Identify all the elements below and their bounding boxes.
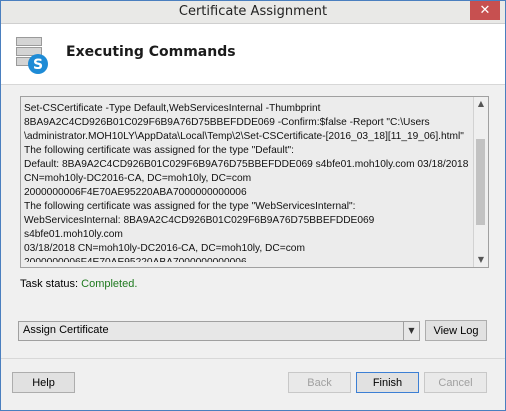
svg-text:S: S: [33, 57, 43, 73]
action-select[interactable]: Assign Certificate ▼: [18, 321, 420, 341]
scroll-thumb[interactable]: [476, 139, 485, 225]
cancel-button[interactable]: Cancel: [424, 372, 487, 393]
chevron-down-icon[interactable]: ▼: [403, 322, 419, 340]
finish-button[interactable]: Finish: [356, 372, 419, 393]
wizard-header: S Executing Commands: [1, 24, 505, 85]
title-bar: Certificate Assignment ✕: [1, 1, 505, 24]
footer-divider: [1, 358, 505, 359]
back-button[interactable]: Back: [288, 372, 351, 393]
task-status-label: Task status:: [20, 278, 79, 290]
close-button[interactable]: ✕: [470, 1, 500, 20]
help-button[interactable]: Help: [12, 372, 75, 393]
certificate-assignment-window: Certificate Assignment ✕ S Executing Com…: [0, 0, 506, 411]
page-title: Executing Commands: [66, 44, 236, 60]
scroll-down-icon[interactable]: ▼: [474, 253, 488, 267]
action-select-value: Assign Certificate: [23, 324, 109, 336]
window-title: Certificate Assignment: [178, 4, 328, 19]
log-scrollbar[interactable]: ▲ ▼: [473, 97, 488, 267]
command-log-text: Set-CSCertificate -Type Default,WebServi…: [24, 103, 469, 262]
skype-server-icon: S: [16, 37, 48, 74]
task-status: Task status: Completed.: [20, 278, 137, 290]
command-log[interactable]: Set-CSCertificate -Type Default,WebServi…: [20, 96, 489, 268]
close-icon: ✕: [479, 3, 491, 18]
task-status-value: Completed.: [81, 278, 138, 290]
view-log-button[interactable]: View Log: [425, 320, 487, 341]
scroll-up-icon[interactable]: ▲: [474, 97, 488, 111]
